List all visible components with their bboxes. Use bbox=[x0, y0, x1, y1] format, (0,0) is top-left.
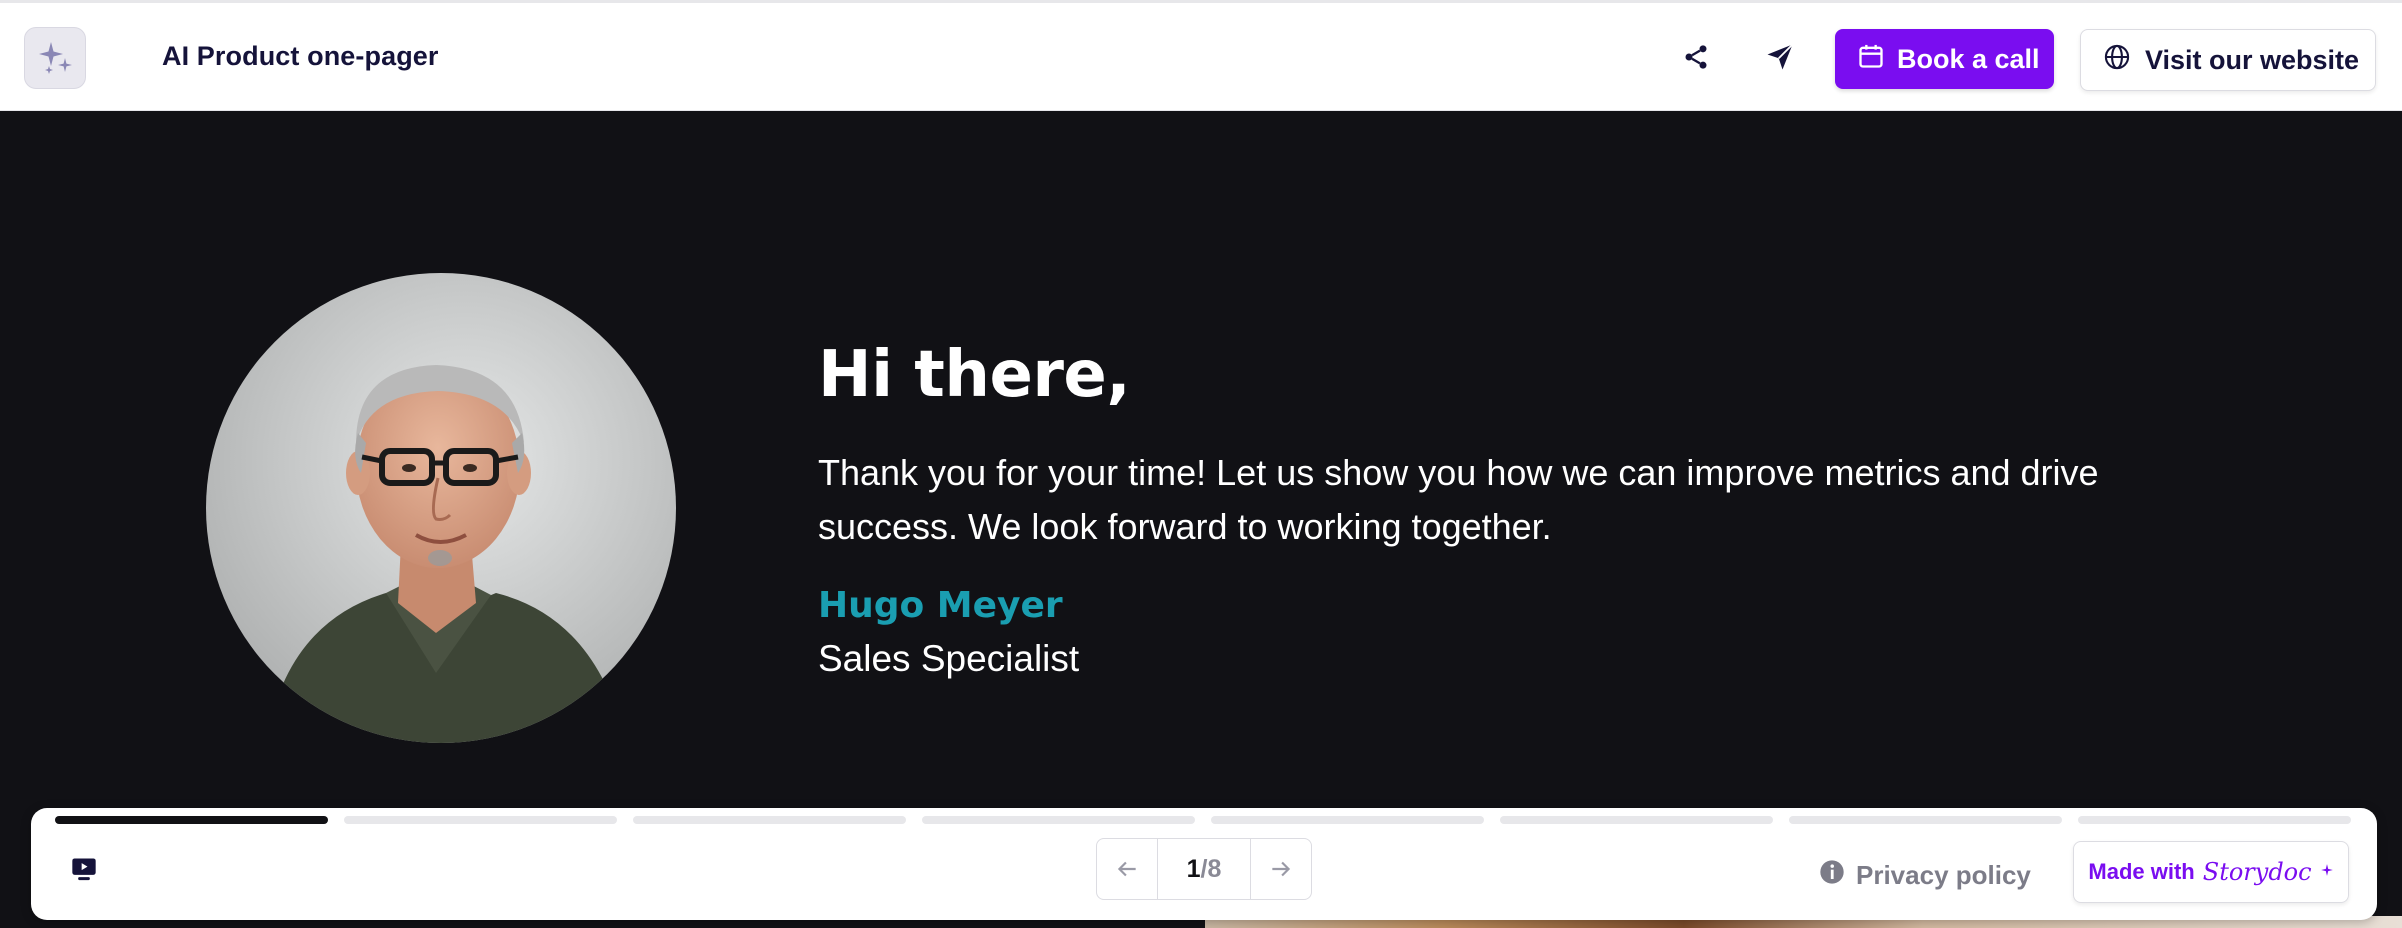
top-bar: AI Product one-pager Book a call Visit o… bbox=[0, 0, 2402, 111]
total-pages: 8 bbox=[1207, 854, 1222, 883]
sender-role: Sales Specialist bbox=[818, 638, 1080, 679]
prev-slide-button[interactable] bbox=[1097, 839, 1157, 899]
bottom-navigation-bar: 1 / 8 Privacy policy Made with Storydoc bbox=[31, 808, 2377, 920]
slide-pager: 1 / 8 bbox=[1096, 838, 1312, 900]
arrow-left-icon bbox=[1117, 861, 1136, 877]
calendar-icon bbox=[1857, 42, 1885, 77]
made-with-label: Made with bbox=[2088, 859, 2195, 884]
greeting-heading: Hi there, bbox=[818, 338, 1131, 412]
visit-website-button[interactable]: Visit our website bbox=[2080, 29, 2376, 91]
page-separator: / bbox=[1200, 854, 1208, 883]
progress-segment[interactable] bbox=[1211, 816, 1484, 824]
made-with-storydoc-badge[interactable]: Made with Storydoc bbox=[2073, 841, 2349, 903]
progress-segment[interactable] bbox=[55, 816, 328, 824]
progress-segment[interactable] bbox=[922, 816, 1195, 824]
storydoc-logo: Storydoc bbox=[2202, 858, 2312, 886]
info-icon bbox=[1818, 858, 1846, 893]
share-icon[interactable] bbox=[1676, 37, 1716, 77]
current-page: 1 bbox=[1186, 854, 1201, 883]
book-call-label: Book a call bbox=[1897, 43, 2040, 74]
welcome-message: Thank you for your time! Let us show you… bbox=[818, 452, 2099, 547]
doc-title: AI Product one-pager bbox=[162, 41, 439, 71]
page-counter: 1 / 8 bbox=[1157, 839, 1251, 899]
arrow-right-icon bbox=[1272, 861, 1291, 877]
book-call-button[interactable]: Book a call bbox=[1835, 29, 2054, 89]
progress-segment[interactable] bbox=[1789, 816, 2062, 824]
progress-segment[interactable] bbox=[344, 816, 617, 824]
progress-segment[interactable] bbox=[2078, 816, 2351, 824]
send-icon[interactable] bbox=[1760, 37, 1800, 77]
sender-portrait bbox=[206, 273, 676, 743]
sparkles-icon[interactable] bbox=[24, 27, 86, 89]
privacy-policy-label: Privacy policy bbox=[1856, 860, 2031, 890]
sparkle-icon bbox=[2320, 863, 2334, 882]
presentation-icon[interactable] bbox=[67, 852, 101, 886]
next-slide-button[interactable] bbox=[1251, 839, 1311, 899]
progress-segment[interactable] bbox=[1500, 816, 1773, 824]
sender-name: Hugo Meyer bbox=[818, 585, 1063, 626]
visit-website-label: Visit our website bbox=[2145, 44, 2360, 75]
progress-segment[interactable] bbox=[633, 816, 906, 824]
globe-icon bbox=[2103, 43, 2131, 78]
privacy-policy-link[interactable]: Privacy policy bbox=[1818, 858, 2031, 893]
slide-progress bbox=[55, 816, 2351, 824]
